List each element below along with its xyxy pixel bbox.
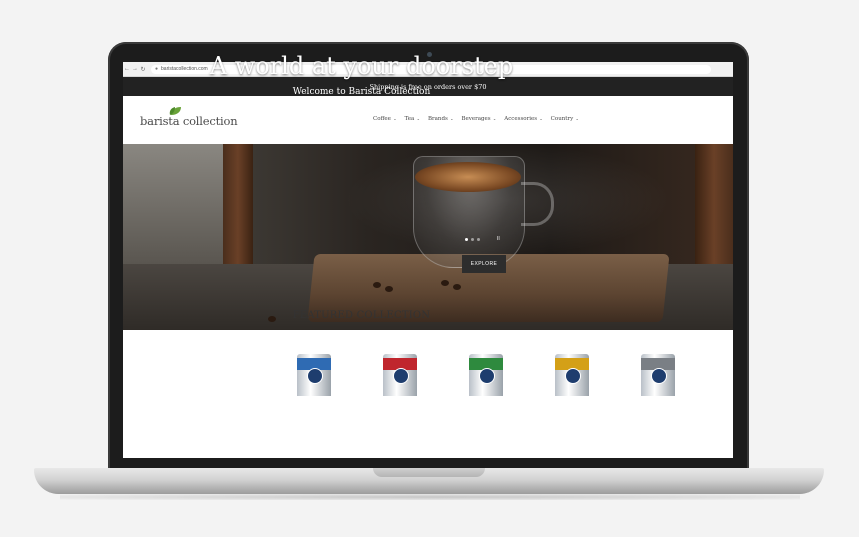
site-logo[interactable]: barista collection — [140, 114, 238, 128]
coffee-bean-image — [385, 286, 393, 292]
laptop-notch — [373, 468, 485, 477]
coffee-bean-image — [453, 284, 461, 290]
hero-title: A world at your doorstep — [209, 52, 514, 80]
coffee-crema-image — [415, 162, 521, 192]
hero-background-post — [695, 144, 733, 274]
nav-label: Accessories — [504, 116, 538, 122]
chevron-down-icon: ⌄ — [574, 116, 579, 121]
nav-item-tea[interactable]: Tea ⌄ — [405, 116, 420, 122]
cup-handle-image — [521, 182, 554, 226]
nav-label: Beverages — [461, 116, 491, 122]
nav-label: Brands — [427, 116, 448, 122]
nav-item-coffee[interactable]: Coffee ⌄ — [373, 116, 397, 122]
hero-banner — [123, 144, 733, 330]
product-card[interactable] — [555, 354, 589, 396]
slider-dot[interactable] — [477, 237, 480, 241]
nav-label: Tea — [404, 116, 415, 122]
hero-background-post — [223, 144, 253, 274]
slider-dot[interactable] — [471, 237, 474, 241]
coffee-bean-image — [373, 282, 381, 288]
nav-item-accessories[interactable]: Accessories ⌄ — [504, 116, 542, 122]
chevron-down-icon: ⌄ — [538, 116, 543, 121]
product-seal-icon — [393, 368, 409, 384]
product-seal-icon — [565, 368, 581, 384]
featured-collection-title: FEATURED COLLECTION — [292, 310, 431, 321]
hero-background-window — [123, 144, 233, 264]
product-seal-icon — [479, 368, 495, 384]
slider-dots: II — [465, 236, 500, 242]
product-card[interactable] — [383, 354, 417, 396]
nav-label: Country — [550, 116, 574, 122]
nav-item-country[interactable]: Country ⌄ — [551, 116, 579, 122]
pause-icon[interactable]: II — [497, 236, 500, 242]
chevron-down-icon: ⌄ — [415, 116, 420, 121]
explore-button[interactable]: EXPLORE — [462, 255, 506, 273]
site-header: barista collection Coffee ⌄ Tea ⌄ Brands… — [123, 96, 733, 144]
coffee-bean-image — [441, 280, 449, 286]
slider-dot[interactable] — [465, 237, 468, 241]
hero-subtitle: Welcome to Barista Collection — [292, 87, 431, 97]
product-seal-icon — [307, 368, 323, 384]
nav-item-brands[interactable]: Brands ⌄ — [428, 116, 453, 122]
product-card[interactable] — [469, 354, 503, 396]
browser-screen: ← → ↻ ● baristacollection.com Shipping i… — [123, 62, 733, 458]
product-seal-icon — [651, 368, 667, 384]
chevron-down-icon: ⌄ — [491, 116, 497, 121]
laptop-shadow — [60, 494, 800, 500]
product-card[interactable] — [297, 354, 331, 396]
nav-label: Coffee — [373, 116, 391, 122]
main-nav: Coffee ⌄ Tea ⌄ Brands ⌄ Beverages ⌄ Acce… — [373, 116, 579, 122]
nav-item-beverages[interactable]: Beverages ⌄ — [461, 116, 496, 122]
product-card[interactable] — [641, 354, 675, 396]
chevron-down-icon: ⌄ — [448, 116, 454, 121]
chevron-down-icon: ⌄ — [391, 116, 397, 121]
